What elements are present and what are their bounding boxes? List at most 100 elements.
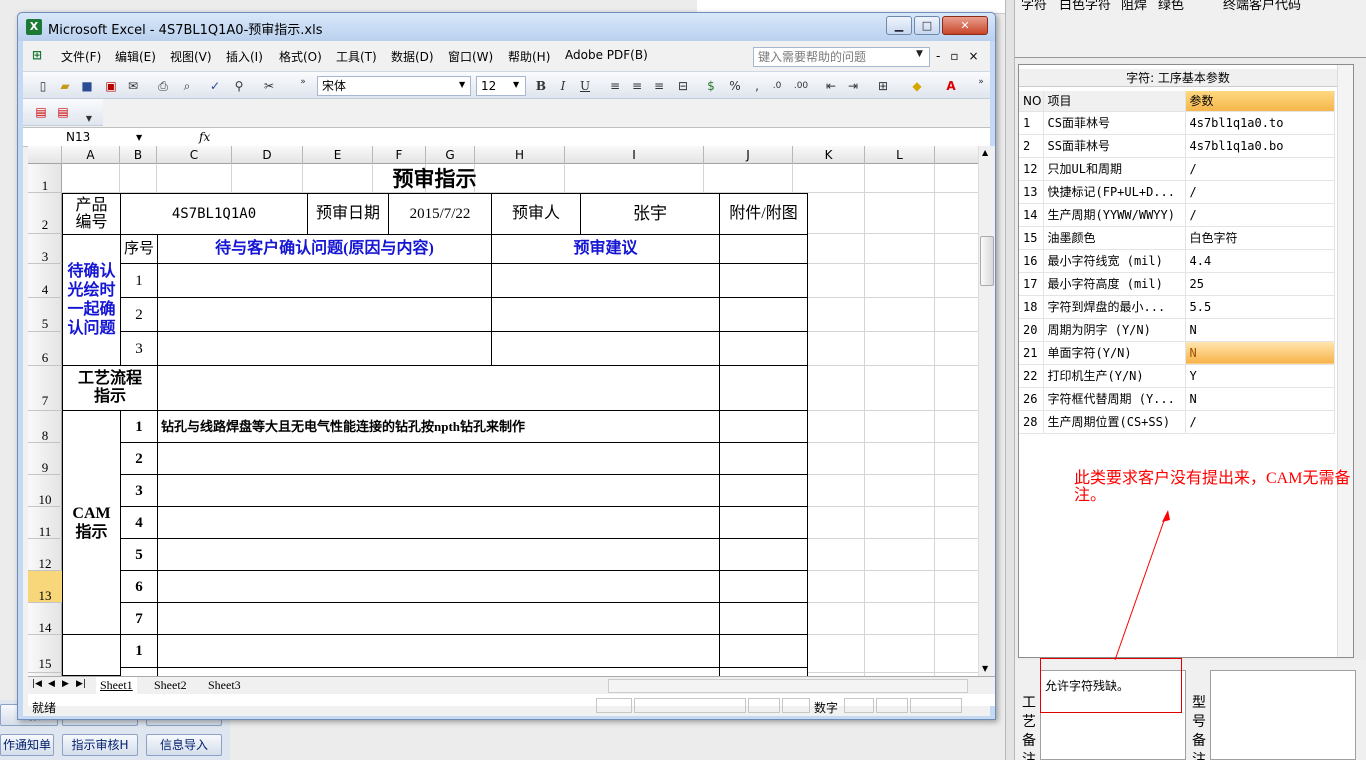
parameter-item[interactable]: 只加UL和周期: [1043, 157, 1186, 181]
attachment-cell[interactable]: [719, 331, 808, 366]
percent-icon[interactable]: %: [727, 78, 743, 94]
parameter-no[interactable]: 21: [1019, 341, 1044, 365]
fill-color-icon[interactable]: ◆: [909, 78, 925, 94]
row-header[interactable]: 7: [28, 366, 62, 411]
cam-instruction-cell[interactable]: [157, 538, 720, 571]
parameter-item[interactable]: 打印机生产(Y/N): [1043, 364, 1186, 388]
menu-help[interactable]: 帮助(H): [508, 48, 550, 65]
print-icon[interactable]: ⎙: [155, 78, 171, 94]
row-header[interactable]: 8: [28, 411, 62, 443]
issue-header[interactable]: 待与客户确认问题(原因与内容): [157, 234, 492, 264]
comma-icon[interactable]: ,: [749, 78, 765, 94]
parameter-value[interactable]: N: [1185, 341, 1335, 365]
column-header[interactable]: D: [232, 146, 303, 164]
bold-icon[interactable]: B: [533, 78, 549, 94]
parameter-value[interactable]: /: [1185, 157, 1335, 181]
italic-icon[interactable]: I: [555, 78, 571, 94]
parameter-row[interactable]: 1 CS面菲林号 4s7bl1q1a0.to: [1019, 111, 1335, 135]
column-header[interactable]: L: [865, 146, 935, 164]
attachment-cell[interactable]: [719, 474, 808, 507]
parameter-no[interactable]: 1: [1019, 111, 1044, 135]
parameter-row[interactable]: 16 最小字符线宽 (mil) 4.4: [1019, 249, 1335, 273]
increase-indent-icon[interactable]: ⇥: [845, 78, 861, 94]
row-header[interactable]: 4: [28, 264, 62, 298]
work-notice-button[interactable]: 作通知单: [0, 734, 54, 756]
font-name-select[interactable]: 宋体: [317, 76, 471, 96]
menu-edit[interactable]: 编辑(E): [115, 48, 156, 65]
increase-decimal-icon[interactable]: .0: [769, 78, 785, 94]
new-icon[interactable]: ▯: [35, 78, 51, 94]
instruction-review-button[interactable]: 指示审核H: [62, 734, 138, 756]
minimize-icon[interactable]: ▁: [886, 16, 912, 35]
parameter-value[interactable]: 4s7bl1q1a0.to: [1185, 111, 1335, 135]
process-flow-label[interactable]: 工艺流程指示: [62, 365, 158, 411]
suggestion-header[interactable]: 预审建议: [491, 234, 720, 264]
align-center-icon[interactable]: ≡: [629, 78, 645, 94]
parameter-value[interactable]: /: [1185, 410, 1335, 434]
parameter-value[interactable]: 25: [1185, 272, 1335, 296]
select-all-corner[interactable]: [28, 146, 62, 164]
row-header[interactable]: 12: [28, 539, 62, 571]
decrease-decimal-icon[interactable]: .00: [793, 78, 809, 94]
cam-seq-4[interactable]: 4: [120, 506, 158, 539]
reviewer-label[interactable]: 预审人: [491, 193, 581, 235]
attachment-cell[interactable]: [719, 538, 808, 571]
parameter-no[interactable]: 14: [1019, 203, 1044, 227]
pending-seq-1[interactable]: 1: [120, 263, 158, 298]
product-no-label[interactable]: 产品编号: [62, 193, 121, 235]
parameter-value[interactable]: N: [1185, 387, 1335, 411]
cam-instruction-cell[interactable]: [157, 474, 720, 507]
sheet-title[interactable]: 预审指示: [62, 164, 807, 193]
maximize-icon[interactable]: □: [914, 16, 940, 35]
column-header[interactable]: C: [157, 146, 232, 164]
column-header[interactable]: A: [62, 146, 120, 164]
underline-icon[interactable]: U: [577, 78, 593, 94]
row-header[interactable]: 15: [28, 635, 62, 673]
next-seq-1[interactable]: 1: [120, 634, 158, 668]
last-sheet-icon[interactable]: ▶|: [76, 679, 86, 689]
next-group-cell[interactable]: [62, 634, 121, 676]
model-note-field[interactable]: [1210, 670, 1356, 760]
parameter-item[interactable]: 字符到焊盘的最小...: [1043, 295, 1186, 319]
toolbar-options-icon[interactable]: ▼: [81, 111, 97, 127]
reviewer-value[interactable]: 张宇: [580, 193, 720, 235]
cut-icon[interactable]: ✂: [261, 78, 277, 94]
parameter-value[interactable]: 4.4: [1185, 249, 1335, 273]
attachment-cell[interactable]: [719, 234, 808, 264]
row-header[interactable]: 1: [28, 164, 62, 193]
save-icon[interactable]: ■: [79, 78, 95, 94]
parameter-row[interactable]: 20 周期为阴字 (Y/N) N: [1019, 318, 1335, 342]
menu-format[interactable]: 格式(O): [279, 48, 322, 65]
row-header[interactable]: 10: [28, 475, 62, 507]
row-header[interactable]: 2: [28, 193, 62, 234]
cam-seq-2[interactable]: 2: [120, 442, 158, 475]
cam-seq-3[interactable]: 3: [120, 474, 158, 507]
parameter-row[interactable]: 22 打印机生产(Y/N) Y: [1019, 364, 1335, 388]
parameter-no[interactable]: 12: [1019, 157, 1044, 181]
workbook-icon[interactable]: ⊞: [29, 47, 45, 63]
panel-scrollbar[interactable]: [1337, 65, 1353, 657]
first-sheet-icon[interactable]: |◀: [32, 679, 42, 689]
attachment-cell[interactable]: [719, 442, 808, 475]
scroll-up-icon[interactable]: ▲: [982, 148, 988, 157]
seq-header[interactable]: 序号: [120, 234, 158, 264]
menu-window[interactable]: 窗口(W): [448, 48, 493, 65]
attachment-cell[interactable]: [719, 667, 808, 676]
align-left-icon[interactable]: ≡: [607, 78, 623, 94]
attachment-cell[interactable]: [719, 570, 808, 603]
chevron-down-icon[interactable]: ▼: [513, 80, 519, 89]
parameter-item[interactable]: 生产周期位置(CS+SS): [1043, 410, 1186, 434]
parameter-row[interactable]: 17 最小字符高度 (mil) 25: [1019, 272, 1335, 296]
cam-seq-5[interactable]: 5: [120, 538, 158, 571]
attachment-cell[interactable]: [719, 365, 808, 411]
column-header[interactable]: E: [303, 146, 373, 164]
parameter-item[interactable]: 单面字符(Y/N): [1043, 341, 1186, 365]
row-header[interactable]: 11: [28, 507, 62, 539]
cam-seq-7[interactable]: 7: [120, 602, 158, 635]
parameter-no[interactable]: 13: [1019, 180, 1044, 204]
attachment-label[interactable]: 附件/附图: [719, 193, 808, 235]
attachment-cell[interactable]: [719, 634, 808, 668]
parameter-row[interactable]: 13 快捷标记(FP+UL+D... /: [1019, 180, 1335, 204]
parameter-item[interactable]: 字符框代替周期 (Y...: [1043, 387, 1186, 411]
parameter-item[interactable]: 油墨颜色: [1043, 226, 1186, 250]
